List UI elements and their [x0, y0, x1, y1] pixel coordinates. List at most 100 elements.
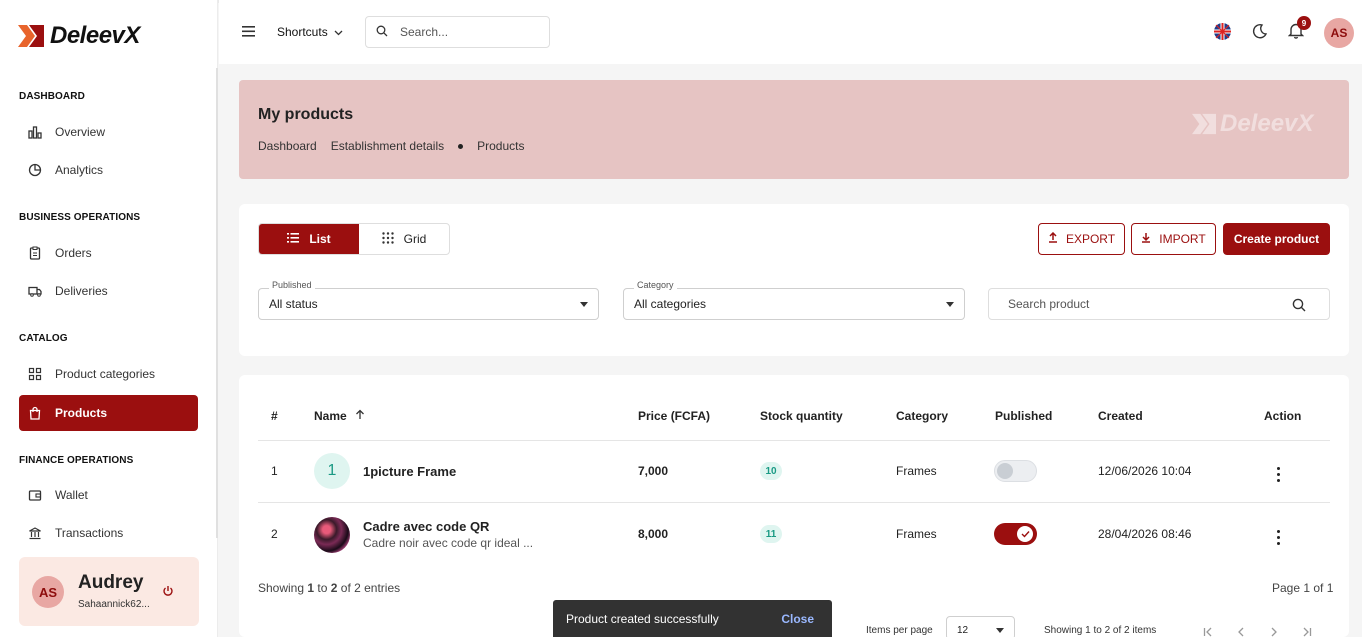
product-name[interactable]: Cadre avec code QR — [363, 519, 489, 534]
breadcrumb-establishment[interactable]: Establishment details — [331, 139, 444, 153]
page-title: My products — [258, 106, 354, 123]
published-filter-value: All status — [269, 297, 318, 311]
published-toggle[interactable] — [994, 460, 1037, 482]
last-page-icon[interactable] — [1300, 626, 1312, 637]
product-created: 28/04/2026 08:46 — [1098, 527, 1192, 541]
sidebar-item-deliveries[interactable]: Deliveries — [19, 273, 198, 309]
banner-watermark: DeleevX — [1192, 110, 1313, 138]
sidebar-item-wallet[interactable]: Wallet — [19, 477, 198, 513]
toggle-knob — [997, 463, 1013, 479]
category-filter-label: Category — [634, 280, 677, 290]
header-published: Published — [995, 409, 1053, 423]
search-icon — [1292, 298, 1306, 315]
view-grid-button[interactable]: Grid — [359, 224, 449, 254]
sidebar-item-product-categories[interactable]: Product categories — [19, 356, 198, 392]
items-per-page-value: 12 — [957, 625, 969, 636]
breadcrumb: Dashboard Establishment details Products — [258, 139, 524, 153]
import-button[interactable]: IMPORT — [1131, 223, 1216, 255]
category-filter[interactable]: Category All categories — [623, 280, 965, 320]
sidebar-item-label: Products — [55, 406, 108, 420]
dropdown-arrow-icon — [946, 302, 954, 307]
shortcuts-dropdown[interactable]: Shortcuts — [277, 25, 343, 39]
breadcrumb-dashboard[interactable]: Dashboard — [258, 139, 317, 153]
header-action: Action — [1264, 409, 1302, 423]
category-filter-value: All categories — [634, 297, 707, 311]
stock-badge: 11 — [760, 525, 782, 543]
bar-chart-icon — [28, 125, 42, 139]
sidebar-item-overview[interactable]: Overview — [19, 114, 198, 150]
create-product-button[interactable]: Create product — [1223, 223, 1330, 255]
top-avatar[interactable]: AS — [1324, 18, 1354, 48]
showing-mid: to — [314, 581, 331, 595]
product-price: 8,000 — [638, 527, 669, 541]
published-filter[interactable]: Published All status — [258, 280, 599, 320]
chevron-down-icon — [334, 25, 343, 39]
sidebar-item-label: Deliveries — [55, 284, 108, 298]
sidebar-item-orders[interactable]: Orders — [19, 235, 198, 271]
menu-icon[interactable] — [242, 26, 255, 40]
snackbar-message: Product created successfully — [566, 611, 719, 626]
toggle-knob — [1017, 526, 1033, 542]
product-category: Frames — [896, 527, 937, 541]
header-divider — [258, 440, 1330, 441]
row-index: 1 — [271, 464, 278, 478]
toolbar-card: List Grid EXPORT IMPORT Create product P… — [239, 204, 1349, 356]
download-icon — [1141, 232, 1151, 246]
check-icon — [1021, 527, 1030, 541]
showing-prefix: Showing — [258, 581, 308, 595]
view-list-label: List — [309, 232, 331, 246]
uk-flag-icon[interactable] — [1214, 23, 1231, 43]
sidebar-item-products[interactable]: Products — [19, 395, 198, 431]
product-created: 12/06/2026 10:04 — [1098, 464, 1192, 478]
sidebar-item-transactions[interactable]: Transactions — [19, 515, 198, 551]
items-per-page-select[interactable]: 12 — [946, 616, 1015, 637]
export-button[interactable]: EXPORT — [1038, 223, 1125, 255]
logo[interactable]: DeleevX — [18, 22, 140, 50]
more-vertical-icon[interactable] — [1277, 464, 1281, 485]
sidebar-item-label: Orders — [55, 246, 92, 260]
header-name-label: Name — [314, 409, 347, 423]
prev-page-icon[interactable] — [1237, 626, 1245, 637]
bag-icon — [28, 406, 42, 420]
user-name: Audrey — [78, 572, 144, 593]
logo-mark-icon — [18, 23, 44, 49]
search-product-input[interactable]: Search product — [988, 288, 1330, 320]
section-finance-operations: FINANCE OPERATIONS — [19, 455, 134, 466]
user-card[interactable]: AS Audrey Sahaannick62... — [19, 557, 199, 626]
dropdown-arrow-icon — [580, 302, 588, 307]
header-name[interactable]: Name — [314, 409, 365, 423]
sidebar-item-analytics[interactable]: Analytics — [19, 152, 198, 188]
product-avatar: 1 — [314, 453, 350, 489]
logo-text: DeleevX — [50, 22, 140, 49]
product-image — [314, 517, 350, 553]
grid-icon — [28, 367, 42, 381]
sidebar-item-label: Overview — [55, 125, 106, 139]
more-vertical-icon[interactable] — [1277, 527, 1281, 548]
moon-icon[interactable] — [1252, 23, 1268, 42]
search-input[interactable]: Search... — [365, 16, 550, 48]
snackbar: Product created successfully Close — [553, 600, 832, 637]
user-email: Sahaannick62... — [78, 599, 150, 610]
search-placeholder: Search... — [400, 25, 449, 39]
snackbar-close-button[interactable]: Close — [781, 612, 814, 626]
product-name[interactable]: 1picture Frame — [363, 464, 456, 479]
first-page-icon[interactable] — [1203, 626, 1215, 637]
sidebar-scrollbar[interactable] — [216, 68, 218, 538]
power-icon[interactable] — [162, 585, 174, 600]
next-page-icon[interactable] — [1270, 626, 1278, 637]
pie-chart-icon — [28, 163, 42, 177]
logo-watermark-icon — [1192, 113, 1216, 135]
product-description: Cadre noir avec code qr ideal ... — [363, 536, 534, 550]
sidebar-item-label: Analytics — [55, 163, 104, 177]
breadcrumb-dot — [458, 143, 464, 149]
view-list-button[interactable]: List — [259, 224, 359, 254]
view-toggle: List Grid — [258, 223, 450, 255]
section-dashboard: DASHBOARD — [19, 91, 85, 102]
breadcrumb-current: Products — [477, 139, 525, 153]
published-toggle[interactable] — [994, 523, 1037, 545]
section-catalog: CATALOG — [19, 333, 68, 344]
avatar: AS — [32, 576, 64, 608]
sidebar-item-label: Transactions — [55, 526, 124, 540]
upload-icon — [1048, 231, 1058, 246]
section-business-operations: BUSINESS OPERATIONS — [19, 212, 141, 223]
